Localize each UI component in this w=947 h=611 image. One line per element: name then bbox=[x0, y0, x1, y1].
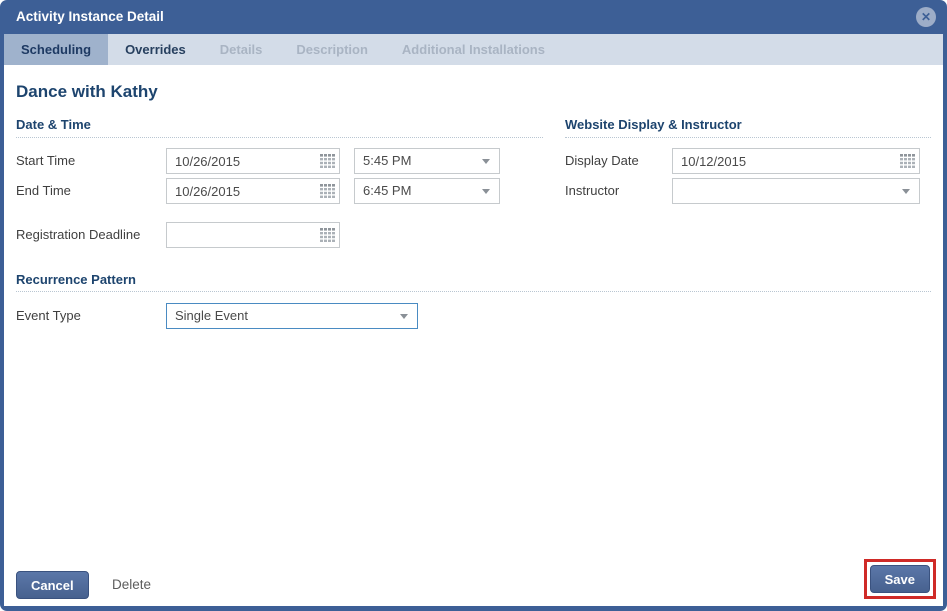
end-time-value: 6:45 PM bbox=[363, 183, 411, 198]
tab-bar: Scheduling Overrides Details Description… bbox=[4, 34, 943, 65]
instructor-select[interactable] bbox=[672, 178, 920, 204]
tab-details: Details bbox=[203, 34, 280, 65]
calendar-icon[interactable] bbox=[319, 184, 335, 198]
event-type-select[interactable]: Single Event bbox=[166, 303, 418, 329]
divider-date-time bbox=[16, 137, 543, 138]
section-header-website: Website Display & Instructor bbox=[565, 117, 742, 132]
tab-additional-installations: Additional Installations bbox=[385, 34, 562, 65]
section-header-recurrence: Recurrence Pattern bbox=[16, 272, 136, 287]
registration-deadline-input[interactable] bbox=[166, 222, 340, 248]
page-title: Dance with Kathy bbox=[16, 82, 158, 102]
start-time-label: Start Time bbox=[16, 148, 75, 174]
section-header-date-time: Date & Time bbox=[16, 117, 91, 132]
cancel-button[interactable]: Cancel bbox=[16, 571, 89, 599]
tab-overrides[interactable]: Overrides bbox=[108, 34, 203, 65]
calendar-icon[interactable] bbox=[319, 228, 335, 242]
end-time-label: End Time bbox=[16, 178, 71, 204]
delete-link[interactable]: Delete bbox=[112, 571, 151, 599]
dialog-titlebar: Activity Instance Detail ✕ bbox=[0, 0, 947, 34]
display-date-input[interactable] bbox=[672, 148, 920, 174]
end-time-select[interactable]: 6:45 PM bbox=[354, 178, 500, 204]
start-date-input[interactable] bbox=[166, 148, 340, 174]
registration-deadline-label: Registration Deadline bbox=[16, 222, 140, 248]
display-date-label: Display Date bbox=[565, 148, 639, 174]
activity-instance-detail-dialog: Activity Instance Detail ✕ Scheduling Ov… bbox=[0, 0, 947, 611]
event-type-label: Event Type bbox=[16, 303, 81, 329]
event-type-value: Single Event bbox=[175, 308, 248, 323]
dialog-content: Dance with Kathy Date & Time Website Dis… bbox=[4, 65, 943, 606]
start-time-value: 5:45 PM bbox=[363, 153, 411, 168]
save-button[interactable]: Save bbox=[870, 565, 930, 593]
calendar-icon[interactable] bbox=[319, 154, 335, 168]
instructor-label: Instructor bbox=[565, 178, 619, 204]
close-icon[interactable]: ✕ bbox=[916, 7, 936, 27]
divider-recurrence bbox=[16, 291, 931, 292]
start-time-select[interactable]: 5:45 PM bbox=[354, 148, 500, 174]
tab-scheduling[interactable]: Scheduling bbox=[4, 34, 108, 65]
save-highlight-annotation: Save bbox=[864, 559, 936, 599]
tab-description: Description bbox=[279, 34, 385, 65]
divider-website bbox=[565, 137, 931, 138]
calendar-icon[interactable] bbox=[899, 154, 915, 168]
dialog-title: Activity Instance Detail bbox=[16, 0, 164, 34]
end-date-input[interactable] bbox=[166, 178, 340, 204]
